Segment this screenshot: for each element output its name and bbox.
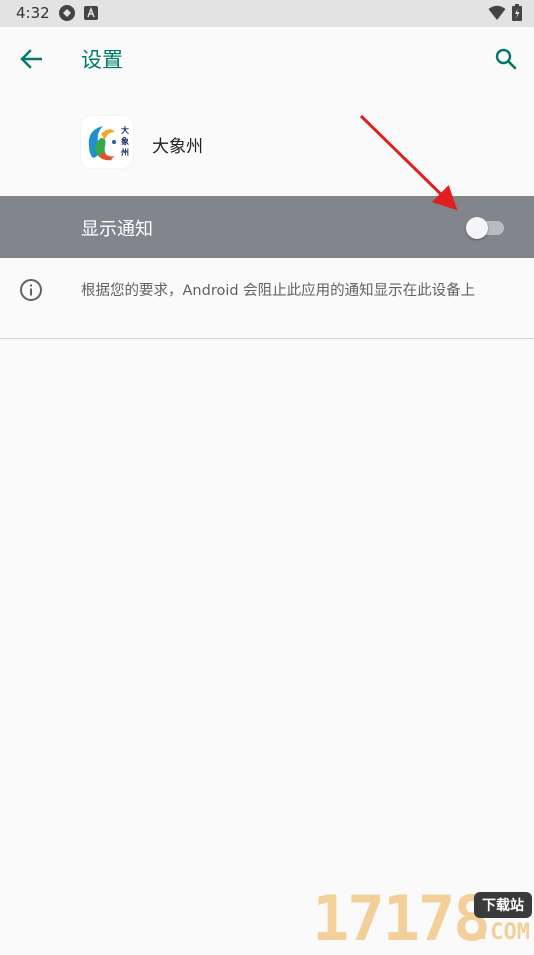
show-notifications-label: 显示通知: [81, 219, 153, 240]
info-text: 根据您的要求，Android 会阻止此应用的通知显示在此设备上: [81, 283, 476, 299]
status-right-icons: [488, 4, 522, 21]
app-logo-text: 大 象 州: [121, 126, 129, 157]
watermark-badge: 下载站: [474, 892, 532, 918]
status-bar: 4:32: [0, 0, 534, 27]
show-notifications-toggle[interactable]: [466, 217, 506, 239]
page-title: 设置: [81, 48, 123, 72]
app-logo-icon: 大 象 州: [81, 116, 133, 168]
battery-icon: [512, 4, 522, 21]
watermark-suffix: .COM: [477, 920, 530, 945]
app-name: 大象州: [152, 137, 203, 157]
app-bar: 设置: [0, 27, 534, 91]
back-button[interactable]: [14, 43, 48, 75]
app-header: 大 象 州 大象州: [0, 91, 534, 196]
wifi-icon: [488, 5, 506, 20]
divider: [0, 338, 534, 339]
sync-icon: [59, 5, 75, 21]
status-time: 4:32: [16, 4, 50, 22]
info-row: 根据您的要求，Android 会阻止此应用的通知显示在此设备上: [0, 258, 534, 339]
arrow-back-icon: [20, 49, 42, 69]
info-icon: [20, 279, 42, 301]
watermark-logo: 17178 下载站 .COM: [312, 888, 534, 950]
toggle-thumb: [466, 217, 488, 239]
watermark-digits: 17178: [312, 882, 491, 955]
show-notifications-row[interactable]: 显示通知: [0, 196, 534, 258]
status-left-icons: [58, 4, 98, 22]
keyboard-a-icon: [84, 6, 98, 20]
search-icon: [495, 48, 517, 70]
search-button[interactable]: [490, 43, 522, 75]
